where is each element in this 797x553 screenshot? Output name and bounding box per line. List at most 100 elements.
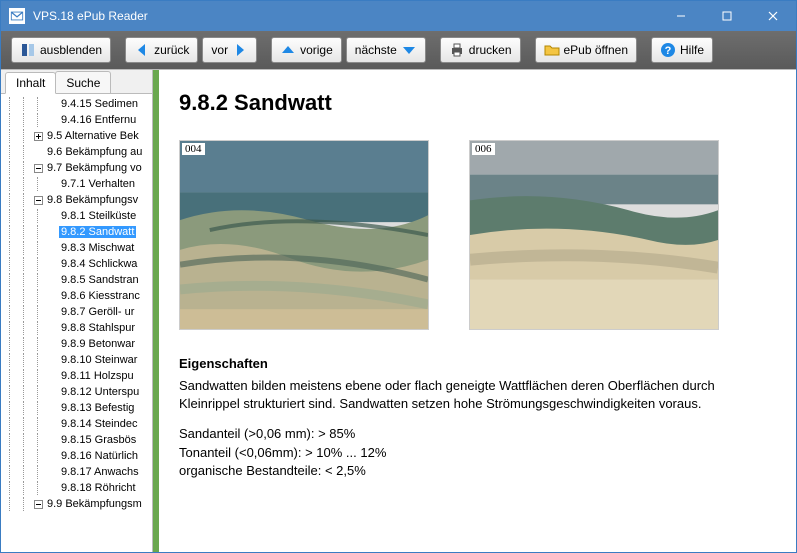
tree[interactable]: 9.4.15 Sedimen 9.4.16 Entfernu 9.5 Alterna…	[1, 94, 152, 552]
tree-item[interactable]: 9.5 Alternative Bek	[3, 128, 152, 144]
tree-item-label: 9.8.3 Mischwat	[59, 242, 136, 254]
figures: 004 006	[179, 140, 776, 330]
tree-item[interactable]: 9.8.4 Schlickwa	[3, 256, 152, 272]
tree-expand-icon[interactable]	[31, 129, 45, 143]
hide-button[interactable]: ausblenden	[11, 37, 111, 63]
composition-lines: Sandanteil (>0,06 mm): > 85% Tonanteil (…	[179, 425, 776, 480]
open-epub-button[interactable]: ePub öffnen	[535, 37, 638, 63]
forward-button[interactable]: vor	[202, 37, 257, 63]
tree-item[interactable]: 9.8.13 Befestig	[3, 400, 152, 416]
tree-item[interactable]: 9.8.1 Steilküste	[3, 208, 152, 224]
tree-expand-icon	[45, 401, 59, 415]
tree-item-label: 9.8.14 Steindec	[59, 418, 139, 430]
tree-item-label: 9.8.15 Grasbös	[59, 434, 138, 446]
maximize-button[interactable]	[704, 1, 750, 31]
tree-item[interactable]: 9.8.5 Sandstran	[3, 272, 152, 288]
arrow-right-icon	[232, 42, 248, 58]
tree-item[interactable]: 9.4.16 Entfernu	[3, 112, 152, 128]
tree-item[interactable]: 9.7 Bekämpfung vo	[3, 160, 152, 176]
tree-item[interactable]: 9.8.16 Natürlich	[3, 448, 152, 464]
tree-expand-icon	[45, 417, 59, 431]
figure-2: 006	[469, 140, 719, 330]
tree-item-label: 9.7 Bekämpfung vo	[45, 162, 144, 174]
sidebar: Inhalt Suche 9.4.15 Sedimen 9.4.16 Entfer…	[1, 70, 153, 552]
tree-expand-icon	[45, 113, 59, 127]
next-button[interactable]: nächste	[346, 37, 426, 63]
tree-item[interactable]: 9.4.15 Sedimen	[3, 96, 152, 112]
subheading-properties: Eigenschaften	[179, 356, 776, 371]
tree-item[interactable]: 9.8 Bekämpfungsv	[3, 192, 152, 208]
tab-content[interactable]: Inhalt	[5, 72, 56, 94]
tree-expand-icon	[45, 449, 59, 463]
printer-icon	[449, 42, 465, 58]
tree-item[interactable]: 9.8.11 Holzspu	[3, 368, 152, 384]
tree-item[interactable]: 9.8.10 Steinwar	[3, 352, 152, 368]
tab-search[interactable]: Suche	[55, 71, 111, 93]
tree-item-label: 9.8.8 Stahlspur	[59, 322, 137, 334]
tree-item-label: 9.8.4 Schlickwa	[59, 258, 139, 270]
figure-1-id: 004	[182, 143, 205, 155]
window-title: VPS.18 ePub Reader	[33, 9, 658, 23]
tree-item[interactable]: 9.8.8 Stahlspur	[3, 320, 152, 336]
hide-icon	[20, 42, 36, 58]
tree-item[interactable]: 9.8.2 Sandwatt	[3, 224, 152, 240]
print-button[interactable]: drucken	[440, 37, 521, 63]
tree-item[interactable]: 9.8.6 Kiesstranc	[3, 288, 152, 304]
back-button[interactable]: zurück	[125, 37, 198, 63]
tree-expand-icon	[45, 177, 59, 191]
tree-item[interactable]: 9.8.17 Anwachs	[3, 464, 152, 480]
tree-item-label: 9.4.16 Entfernu	[59, 114, 138, 126]
tree-expand-icon	[45, 305, 59, 319]
tree-item[interactable]: 9.6 Bekämpfung au	[3, 144, 152, 160]
tree-item-label: 9.8.12 Unterspu	[59, 386, 141, 398]
tree-item-label: 9.8.11 Holzspu	[59, 370, 136, 382]
tree-expand-icon	[45, 337, 59, 351]
minimize-button[interactable]	[658, 1, 704, 31]
tree-item-label: 9.6 Bekämpfung au	[45, 146, 144, 158]
sidebar-tabs: Inhalt Suche	[1, 70, 152, 94]
prev-button[interactable]: vorige	[271, 37, 342, 63]
close-button[interactable]	[750, 1, 796, 31]
tree-item-label: 9.7.1 Verhalten	[59, 178, 137, 190]
tree-expand-icon	[45, 97, 59, 111]
aerial-wadden-image-2	[470, 141, 718, 329]
tree-item[interactable]: 9.7.1 Verhalten	[3, 176, 152, 192]
tree-item[interactable]: 9.8.3 Mischwat	[3, 240, 152, 256]
figure-2-id: 006	[472, 143, 495, 155]
tree-item[interactable]: 9.8.14 Steindec	[3, 416, 152, 432]
tree-expand-icon[interactable]	[31, 161, 45, 175]
content-pane[interactable]: 9.8.2 Sandwatt 004	[159, 70, 796, 552]
tree-expand-icon	[45, 209, 59, 223]
tree-item[interactable]: 9.8.15 Grasbös	[3, 432, 152, 448]
tree-item[interactable]: 9.8.7 Geröll- ur	[3, 304, 152, 320]
tree-item-label: 9.8.2 Sandwatt	[59, 226, 136, 238]
help-button[interactable]: ? Hilfe	[651, 37, 713, 63]
tree-item-label: 9.5 Alternative Bek	[45, 130, 141, 142]
tree-expand-icon	[45, 225, 59, 239]
tree-item-label: 9.8.17 Anwachs	[59, 466, 141, 478]
tree-item[interactable]: 9.8.9 Betonwar	[3, 336, 152, 352]
tree-item-label: 9.9 Bekämpfungsm	[45, 498, 144, 510]
tree-expand-icon	[45, 273, 59, 287]
tree-expand-icon	[45, 241, 59, 255]
tree-item-label: 9.8.5 Sandstran	[59, 274, 141, 286]
tree-item[interactable]: 9.8.12 Unterspu	[3, 384, 152, 400]
tree-expand-icon	[45, 465, 59, 479]
paragraph-1: Sandwatten bilden meistens ebene oder fl…	[179, 377, 776, 413]
svg-text:?: ?	[665, 45, 672, 57]
tree-expand-icon	[45, 353, 59, 367]
tree-item-label: 9.8.7 Geröll- ur	[59, 306, 136, 318]
tree-container: 9.4.15 Sedimen 9.4.16 Entfernu 9.5 Alterna…	[1, 94, 152, 552]
tree-expand-icon[interactable]	[31, 497, 45, 511]
tree-item-label: 9.8 Bekämpfungsv	[45, 194, 140, 206]
arrow-up-icon	[280, 42, 296, 58]
tree-item-label: 9.8.10 Steinwar	[59, 354, 139, 366]
aerial-wadden-image-1	[180, 141, 428, 329]
tree-item[interactable]: 9.9 Bekämpfungsm	[3, 496, 152, 512]
titlebar: VPS.18 ePub Reader	[1, 1, 796, 31]
tree-expand-icon[interactable]	[31, 193, 45, 207]
tree-expand-icon	[45, 433, 59, 447]
tree-expand-icon	[45, 257, 59, 271]
tree-item[interactable]: 9.8.18 Röhricht	[3, 480, 152, 496]
tree-item-label: 9.8.18 Röhricht	[59, 482, 138, 494]
